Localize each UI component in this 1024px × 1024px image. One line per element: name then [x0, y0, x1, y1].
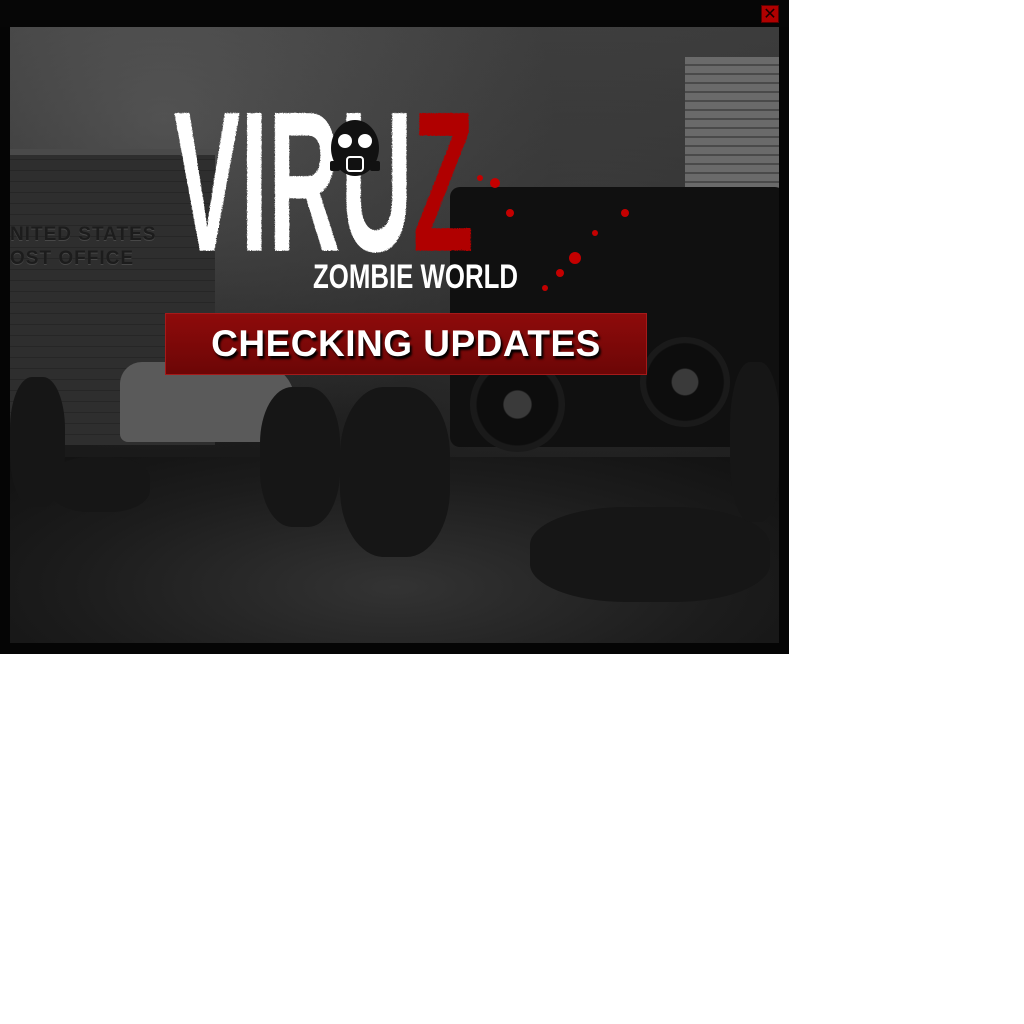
truck-wheel — [640, 337, 730, 427]
zombie-figure — [50, 457, 150, 512]
title-bar[interactable]: ✕ — [0, 0, 789, 27]
status-text: CHECKING UPDATES — [211, 323, 601, 364]
close-icon: ✕ — [763, 4, 777, 23]
sign-line-1: NITED STATES — [10, 224, 157, 245]
zombie-figure — [340, 387, 450, 557]
zombie-figure — [530, 507, 770, 602]
zombie-figure — [10, 377, 65, 507]
post-office-sign: NITED STATES OST OFFICE — [10, 223, 156, 271]
zombie-figure — [730, 362, 779, 522]
zombie-figure — [260, 387, 340, 527]
close-button[interactable]: ✕ — [761, 5, 779, 23]
logo-subtitle: ZOMBIE WORLD — [313, 258, 518, 296]
status-banner: CHECKING UPDATES — [165, 313, 647, 375]
viruz-logo: VIRUZ ZOMBIE WORLD — [173, 70, 629, 296]
launcher-window: ✕ NITED STATES OST OFFICE VIRUZ ZOMBIE W… — [0, 0, 789, 654]
sign-line-2: OST OFFICE — [10, 248, 134, 269]
